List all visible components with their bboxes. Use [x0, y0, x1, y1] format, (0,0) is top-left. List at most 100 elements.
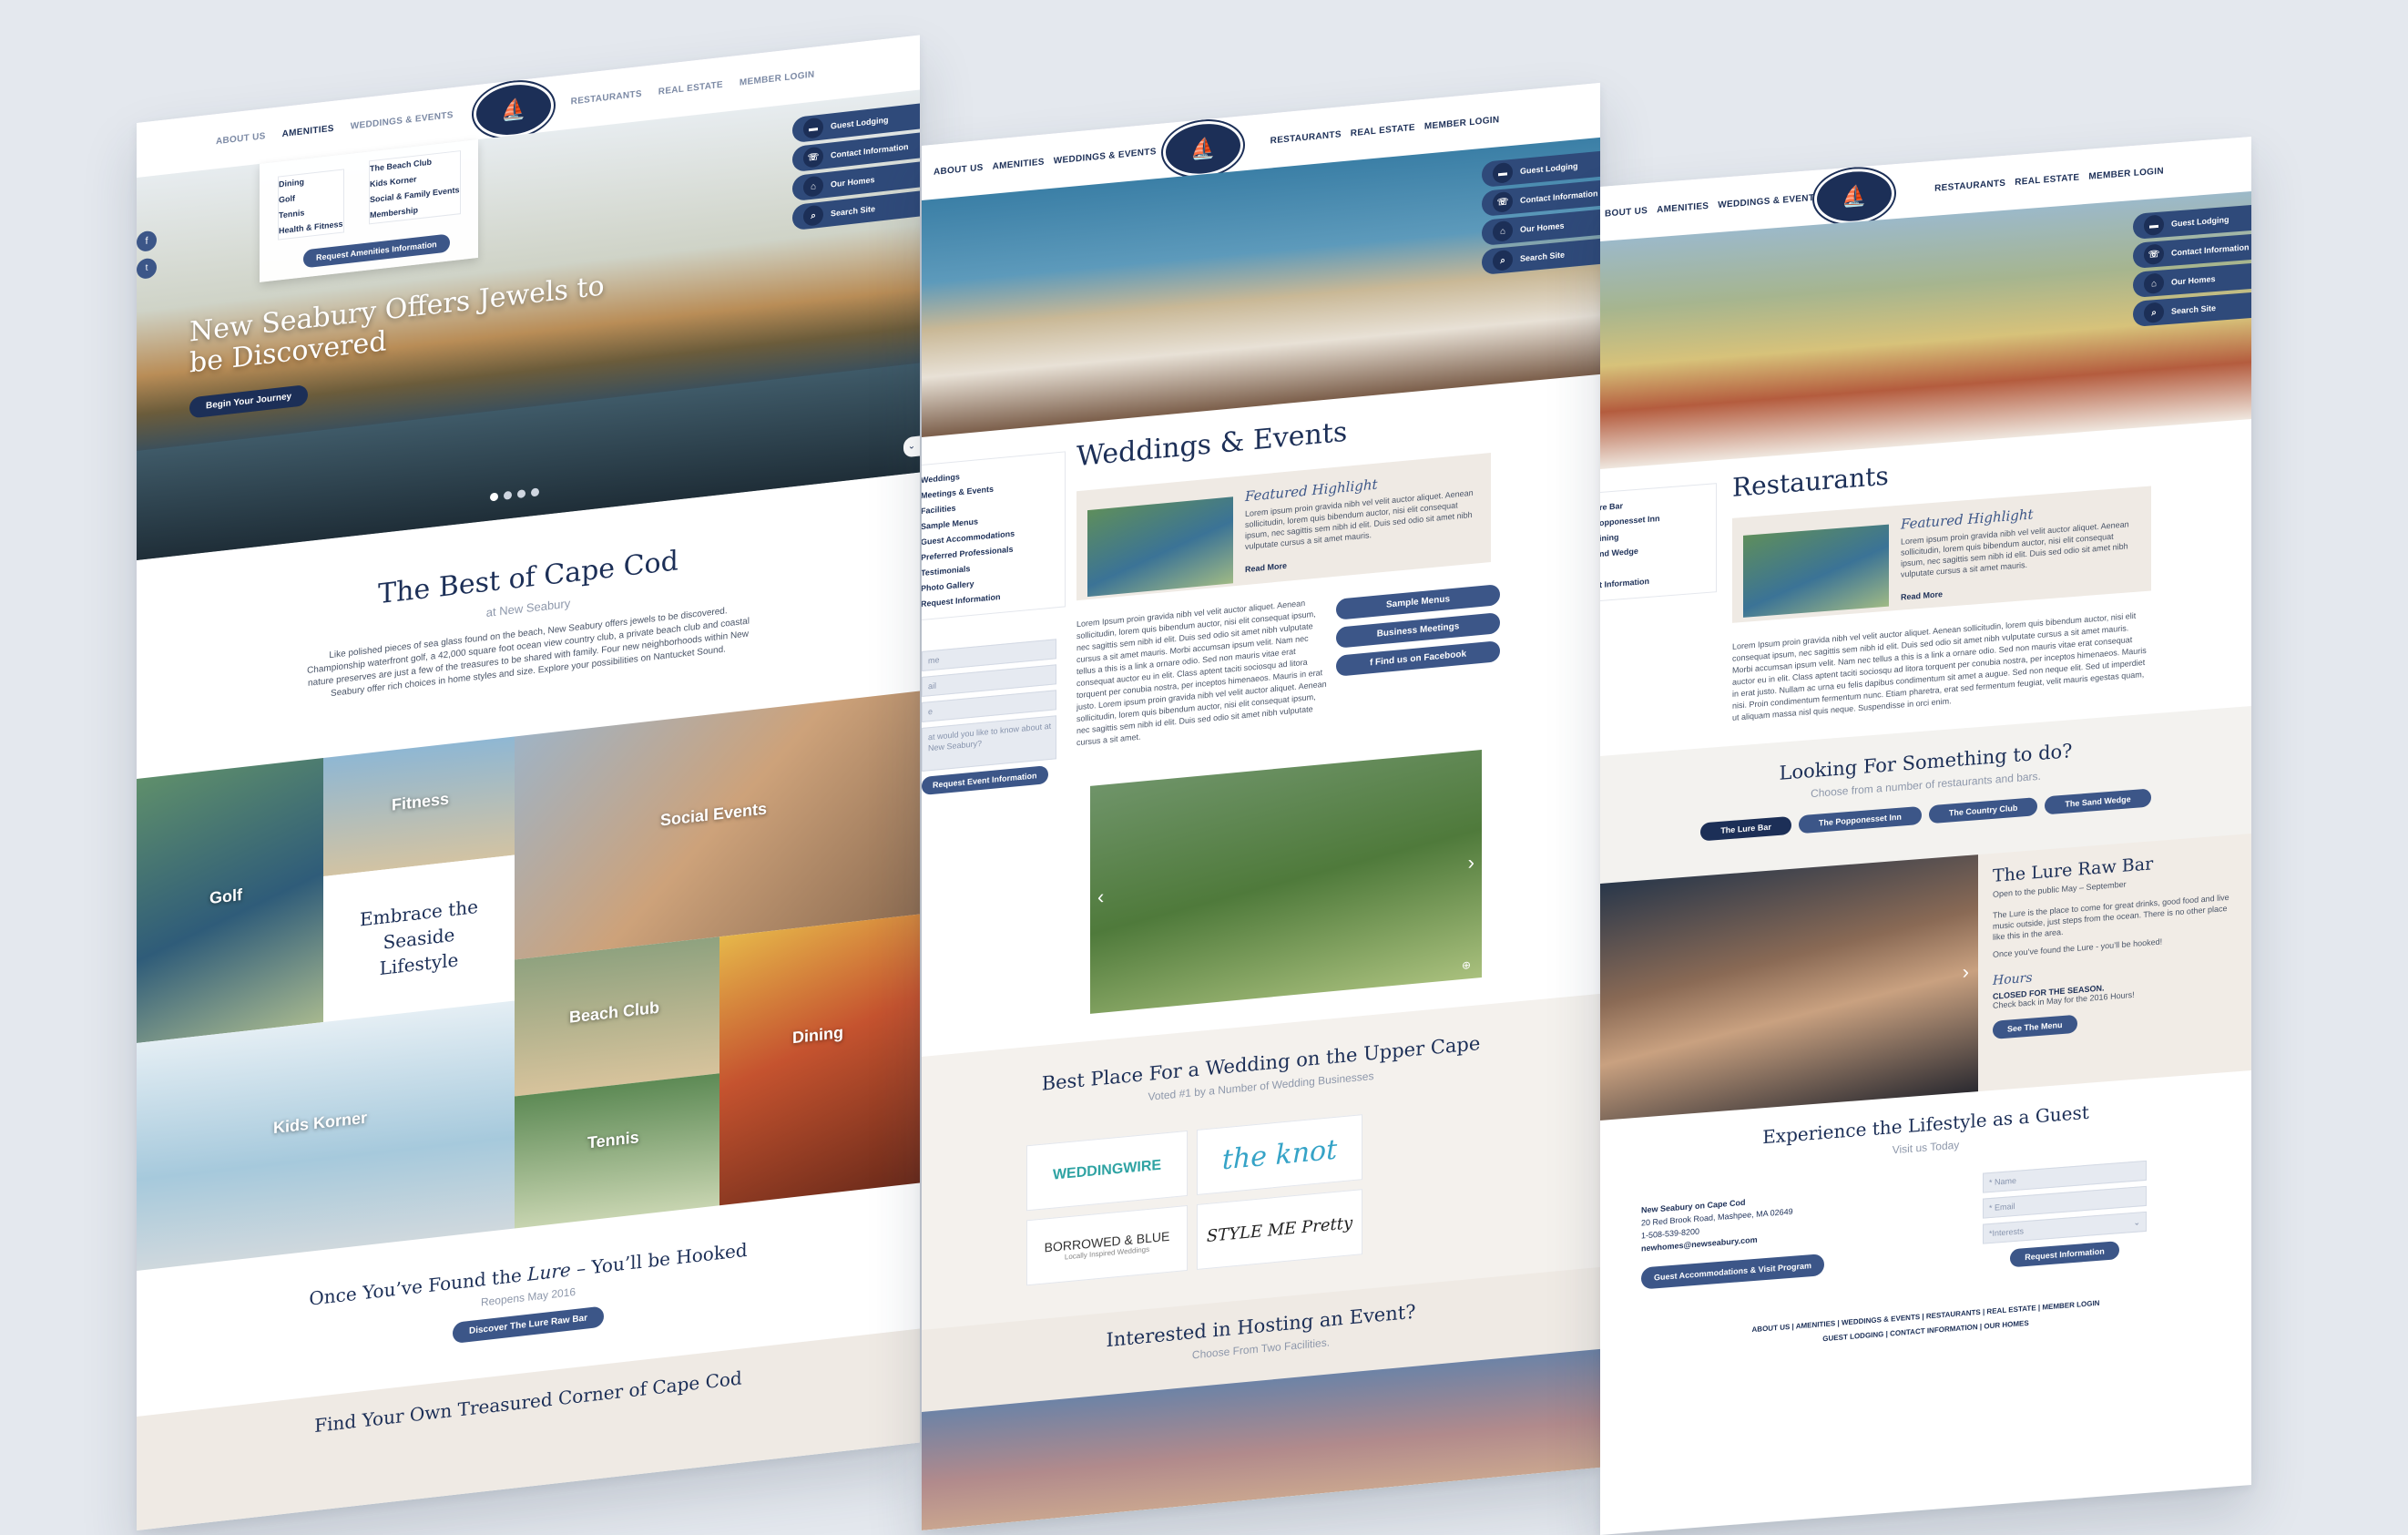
tab-lure-bar[interactable]: The Lure Bar [1700, 815, 1791, 842]
homepage-mockup: ABOUT US AMENITIES WEDDINGS & EVENTS RES… [137, 35, 920, 1531]
nav-member-login[interactable]: MEMBER LOGIN [1424, 115, 1500, 132]
tile-tennis[interactable]: Tennis [515, 1073, 719, 1229]
footer-about[interactable]: ABOUT US [1752, 1323, 1791, 1334]
nav-amenities[interactable]: AMENITIES [993, 157, 1045, 171]
guest-accommodations-button[interactable]: Guest Accommodations & Visit Program [1641, 1254, 1825, 1290]
page-title: Restaurants [1732, 460, 1889, 503]
nav-real-estate[interactable]: REAL ESTATE [658, 79, 723, 97]
facebook-icon[interactable]: f [137, 230, 157, 252]
body-text: Lorem Ipsum proin gravida nibh vel velit… [1732, 610, 2147, 722]
tile-golf[interactable]: Golf [137, 758, 323, 1043]
twitter-icon[interactable]: t [137, 257, 157, 280]
search-icon: ⌕ [2144, 302, 2164, 324]
tile-beach-club[interactable]: Beach Club [515, 936, 719, 1097]
footer-restaurants[interactable]: RESTAURANTS [1926, 1308, 1981, 1321]
hero-title: New Seabury Offers Jewels to be Discover… [189, 270, 605, 380]
tile-tennis-label: Tennis [587, 1128, 639, 1152]
chevron-down-icon: ⌄ [2133, 1217, 2140, 1227]
nav-restaurants[interactable]: RESTAURANTS [1270, 129, 1342, 146]
bed-icon: ▬ [2144, 214, 2164, 237]
nav-real-estate[interactable]: REAL ESTATE [2015, 172, 2079, 187]
amenity-grid: Golf Fitness Embrace the Seaside Lifesty… [137, 691, 920, 1271]
lure-info: The Lure Raw Bar Open to the public May … [1978, 833, 2251, 1092]
request-amenities-button[interactable]: Request Amenities Information [303, 233, 450, 269]
tile-embrace: Embrace the Seaside Lifestyle [323, 854, 515, 1023]
search-icon: ⌕ [1493, 249, 1513, 271]
bed-icon: ▬ [1493, 161, 1513, 184]
dropdown-col-2: The Beach Club Kids Korner Social & Fami… [370, 151, 460, 223]
chevron-down-icon[interactable]: ⌄ [903, 435, 920, 458]
nav-about[interactable]: BOUT US [1605, 205, 1648, 219]
restaurants-mockup: BOUT US AMENITIES WEDDINGS & EVENTS REST… [1600, 136, 2251, 1535]
amenities-dropdown: Dining Golf Tennis Health & Fitness The … [260, 138, 478, 282]
tile-social-label: Social Events [660, 799, 768, 830]
next-arrow-icon[interactable]: › [1963, 960, 1969, 985]
page-title: Weddings & Events [1076, 415, 1348, 474]
tab-sand-wedge[interactable]: The Sand Wedge [2045, 788, 2151, 815]
begin-journey-button[interactable]: Begin Your Journey [189, 384, 309, 419]
cta-buttons: Sample Menus Business Meetings f Find us… [1336, 584, 1500, 677]
see-menu-button[interactable]: See The Menu [1993, 1014, 2077, 1039]
prev-arrow-icon[interactable]: ‹ [1097, 885, 1104, 909]
aerial-photo-carousel[interactable]: ‹ › ⊕ [1090, 749, 1482, 1014]
read-more-link[interactable]: Read More [1245, 561, 1287, 574]
tile-social-events[interactable]: Social Events [515, 691, 920, 960]
featured-highlight: Featured Highlight Lorem ipsum proin gra… [1076, 453, 1491, 601]
dropdown-col-1: Dining Golf Tennis Health & Fitness [279, 170, 343, 240]
side-quick-links: ▬ Guest Lodging ☏ Contact Information ⌂ Our… [792, 103, 920, 235]
request-information-button[interactable]: Request Information [2010, 1241, 2119, 1268]
discover-lure-button[interactable]: Discover The Lure Raw Bar [452, 1305, 605, 1345]
featured-image [1743, 524, 1889, 618]
bed-icon: ▬ [803, 117, 823, 139]
featured-highlight: Featured Highlight Lorem ipsum proin gra… [1732, 486, 2151, 623]
footer-member-login[interactable]: MEMBER LOGIN [2042, 1299, 2099, 1312]
footer-real-estate[interactable]: REAL ESTATE [1986, 1304, 2036, 1315]
tile-kids-korner[interactable]: Kids Korner [137, 1000, 515, 1271]
nav-member-login[interactable]: MEMBER LOGIN [740, 69, 815, 87]
nav-amenities[interactable]: AMENITIES [282, 123, 334, 138]
side-search[interactable]: ⌕ Search Site [2133, 292, 2251, 327]
side-contact[interactable]: ☏ Contact Information [2133, 233, 2251, 269]
zoom-icon[interactable]: ⊕ [1462, 958, 1471, 972]
nav-weddings[interactable]: WEDDINGS & EVENTS [1054, 147, 1157, 166]
weddings-mockup: ABOUT US AMENITIES WEDDINGS & EVENTS RES… [922, 82, 1600, 1531]
request-form: * Name * Email *Interests ⌄ Request Infor… [1983, 1160, 2147, 1270]
contact-block: New Seabury on Cape Cod 20 Red Brook Roa… [1641, 1190, 1825, 1290]
intro-text: Like polished pieces of sea glass found … [307, 606, 750, 700]
next-arrow-icon[interactable]: › [1468, 851, 1474, 875]
tile-kids-label: Kids Korner [273, 1108, 368, 1138]
side-quick-links: ▬ Guest Lodging ☏ Contact Information ⌂ Our… [1482, 150, 1600, 279]
side-homes[interactable]: ⌂ Our Homes [2133, 262, 2251, 298]
tile-fitness[interactable]: Fitness [323, 736, 515, 877]
nav-weddings[interactable]: WEDDINGS & EVENTS [351, 110, 454, 132]
read-more-link[interactable]: Read More [1901, 589, 1943, 602]
home-icon: ⌂ [803, 175, 823, 198]
nav-real-estate[interactable]: REAL ESTATE [1351, 122, 1415, 138]
question-field[interactable]: at would you like to know about at New S… [922, 715, 1056, 772]
nav-restaurants[interactable]: RESTAURANTS [571, 88, 642, 107]
footer-guest-lodging[interactable]: GUEST LODGING [1822, 1330, 1883, 1343]
phone-icon: ☏ [2144, 243, 2164, 266]
footer-contact[interactable]: CONTACT INFORMATION [1890, 1323, 1978, 1337]
nav-amenities[interactable]: AMENITIES [1657, 200, 1709, 214]
phone-icon: ☏ [1493, 190, 1513, 213]
search-icon: ⌕ [803, 204, 823, 227]
featured-image [1087, 496, 1233, 598]
footer-homes[interactable]: OUR HOMES [1984, 1319, 2028, 1331]
nav-member-login[interactable]: MEMBER LOGIN [2088, 166, 2164, 181]
footer-amenities[interactable]: AMENITIES [1796, 1319, 1836, 1330]
nav-weddings[interactable]: WEDDINGS & EVENTS [1718, 192, 1821, 210]
tile-dining-label: Dining [792, 1022, 843, 1048]
lure-photo-carousel[interactable]: › [1600, 854, 1978, 1121]
nav-about[interactable]: ABOUT US [934, 162, 984, 177]
tab-popponesset[interactable]: The Popponesset Inn [1798, 805, 1922, 834]
nav-about[interactable]: ABOUT US [216, 131, 266, 147]
restaurants-submenu: re Bar opponesset Inn ining nd Wedge t I… [1600, 483, 1717, 602]
nav-restaurants[interactable]: RESTAURANTS [1934, 178, 2005, 193]
tab-country-club[interactable]: The Country Club [1928, 797, 2038, 824]
tile-beach-label: Beach Club [569, 998, 660, 1027]
event-form: me ail e at would you like to know about… [922, 639, 1056, 795]
home-icon: ⌂ [1493, 220, 1513, 242]
tile-dining[interactable]: Dining [719, 914, 920, 1206]
embrace-text: Embrace the Seaside Lifestyle [360, 895, 478, 980]
